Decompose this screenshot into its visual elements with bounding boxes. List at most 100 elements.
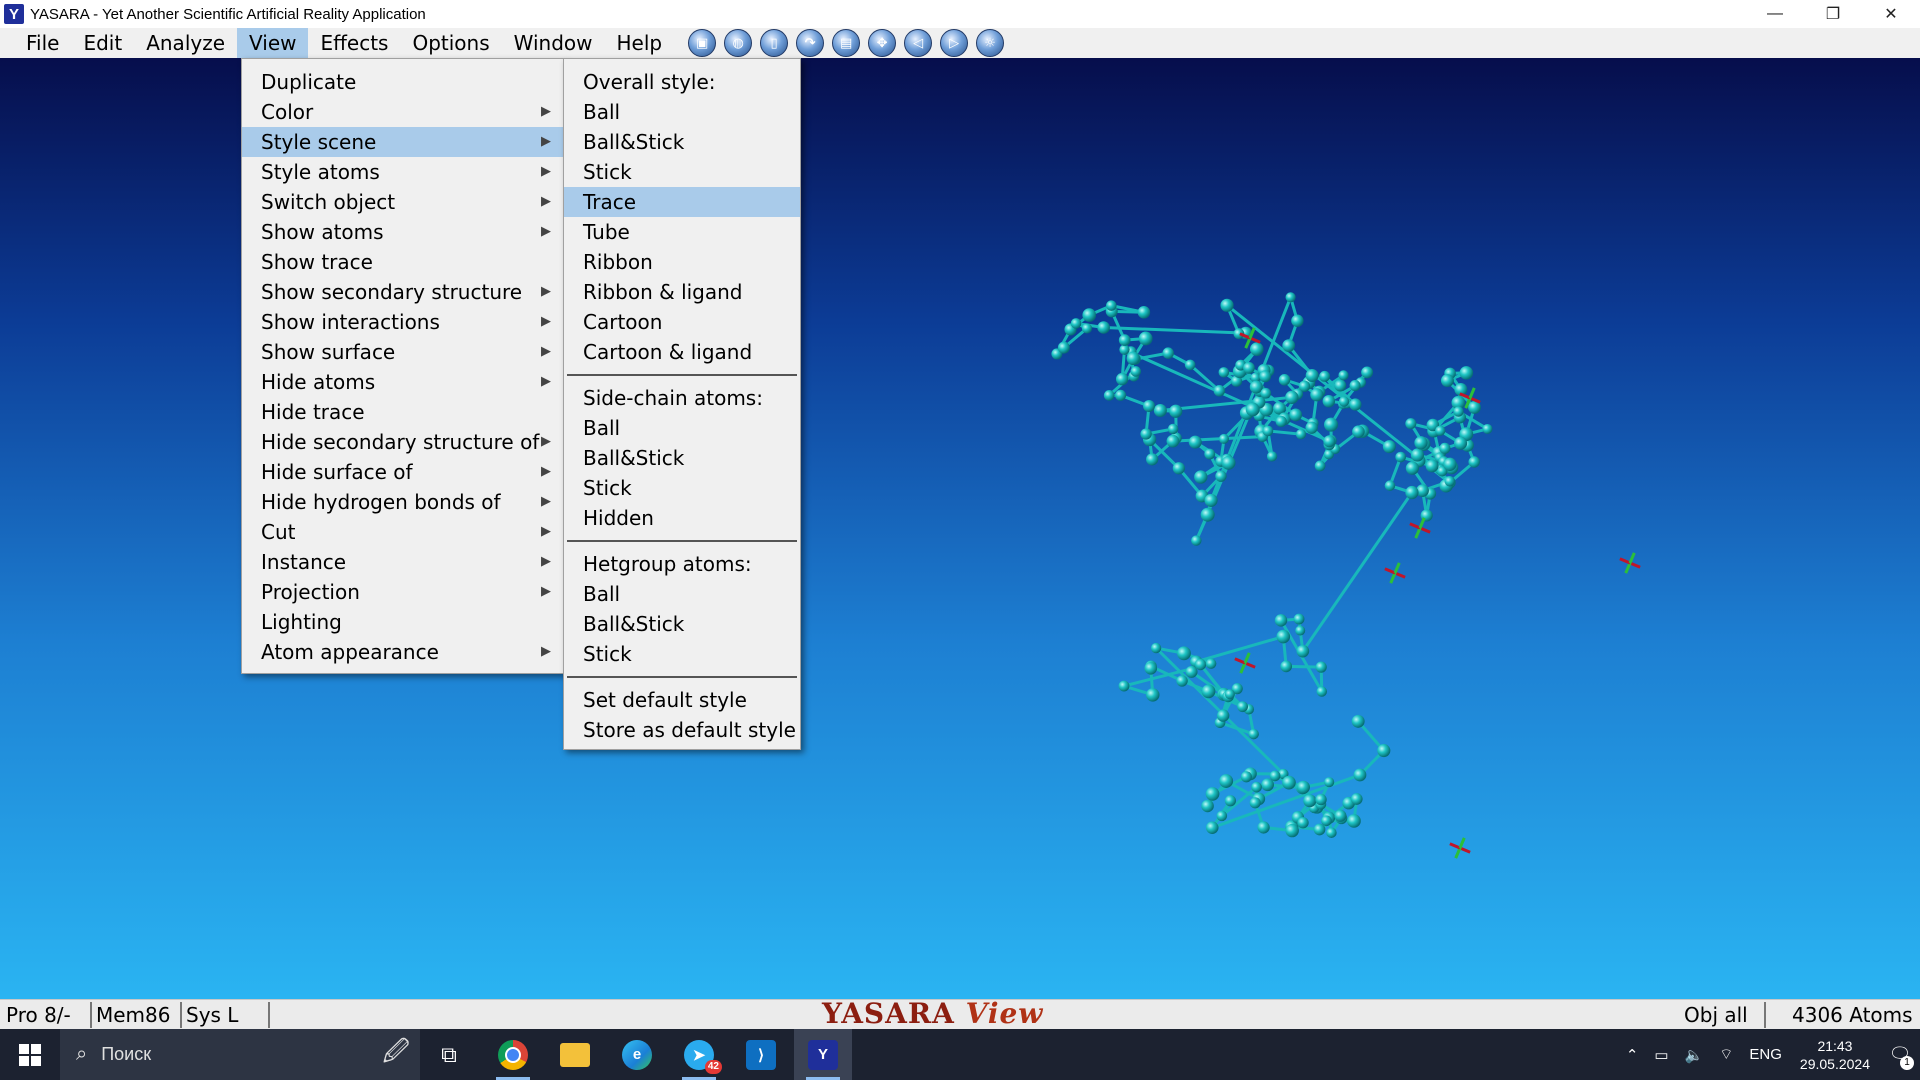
menu-view[interactable]: View [237, 28, 309, 58]
ligand-marker [1449, 837, 1471, 859]
view-menu-item-style-atoms[interactable]: Style atoms ▶ [242, 157, 563, 187]
store-default-style-item[interactable]: Store as default style [564, 715, 800, 745]
clock-date: 29.05.2024 [1799, 1055, 1870, 1072]
restore-button[interactable]: ❐ [1804, 0, 1862, 28]
view-menu-item-lighting[interactable]: Lighting [242, 607, 563, 637]
view-menu-item-projection[interactable]: Projection ▶ [242, 577, 563, 607]
search-placeholder: Поиск [101, 1044, 152, 1064]
hetgroup-item-ball[interactable]: Ball [564, 579, 800, 609]
view-menu-item-color[interactable]: Color ▶ [242, 97, 563, 127]
move-icon[interactable]: ✥ [868, 29, 897, 57]
status-pro: Pro 8/- [6, 1003, 71, 1027]
edge-app[interactable]: e [608, 1029, 666, 1080]
language-indicator[interactable]: ENG [1749, 1046, 1782, 1063]
menu-options[interactable]: Options [400, 28, 501, 58]
style-item-ribbon-ligand[interactable]: Ribbon & ligand [564, 277, 800, 307]
menu-window[interactable]: Window [502, 28, 605, 58]
style-item-tube[interactable]: Tube [564, 217, 800, 247]
submenu-arrow-icon: ▶ [541, 434, 551, 449]
view-menu-item-show-secondary-structure[interactable]: Show secondary structure ▶ [242, 277, 563, 307]
chrome-icon [498, 1039, 528, 1070]
screen-icon[interactable]: ▣ [688, 29, 717, 57]
style-item-cartoon[interactable]: Cartoon [564, 307, 800, 337]
view-menu-item-show-atoms[interactable]: Show atoms ▶ [242, 217, 563, 247]
rewind-icon[interactable]: ◁ [904, 29, 933, 57]
volume-icon[interactable]: 🔈 [1685, 1046, 1704, 1064]
view-menu-item-hide-secondary-structure[interactable]: Hide secondary structure of ▶ [242, 427, 563, 457]
battery-icon[interactable]: ▭ [1654, 1046, 1668, 1064]
sidechain-item-ball[interactable]: Ball [564, 413, 800, 443]
status-bar: Pro 8/- Mem86 Sys L YASARA View Obj all … [0, 998, 1920, 1030]
system-tray: ⌃ ▭ 🔈 ⌔ ENG 21:43 29.05.2024 🗨 1 [1618, 1029, 1920, 1080]
notification-center-button[interactable]: 🗨 1 [1880, 1029, 1920, 1080]
view-menu-item-show-trace[interactable]: Show trace [242, 247, 563, 277]
menu-item-label: Duplicate [261, 70, 357, 94]
menu-analyze[interactable]: Analyze [134, 28, 237, 58]
submenu-arrow-icon: ▶ [541, 554, 551, 569]
menu-edit[interactable]: Edit [71, 28, 134, 58]
ligand-marker [1619, 552, 1641, 574]
chevron-up-icon[interactable]: ⌃ [1626, 1046, 1639, 1064]
windows-logo-icon [19, 1043, 41, 1066]
vscode-icon: ⟩ [746, 1039, 776, 1070]
task-view-button[interactable]: ⧉ [420, 1029, 478, 1080]
submenu-arrow-icon: ▶ [541, 494, 551, 509]
style-item-ball[interactable]: Ball [564, 97, 800, 127]
view-menu-item-hide-surface[interactable]: Hide surface of ▶ [242, 457, 563, 487]
save-icon[interactable]: ▤ [832, 29, 861, 57]
telegram-app[interactable]: ➤ 42 [670, 1029, 728, 1080]
vscode-app[interactable]: ⟩ [732, 1029, 790, 1080]
sidechain-item-stick[interactable]: Stick [564, 473, 800, 503]
forward-icon[interactable]: ▷ [940, 29, 969, 57]
minimize-button[interactable]: — [1746, 0, 1804, 28]
menu-item-label: Lighting [261, 610, 342, 634]
view-menu-item-cut[interactable]: Cut ▶ [242, 517, 563, 547]
view-menu-item-show-surface[interactable]: Show surface ▶ [242, 337, 563, 367]
start-button[interactable] [0, 1029, 60, 1080]
style-item-trace[interactable]: Trace [564, 187, 800, 217]
file-explorer-app[interactable] [546, 1029, 604, 1080]
task-view-icon: ⧉ [441, 1041, 457, 1067]
style-item-cartoon-ligand[interactable]: Cartoon & ligand [564, 337, 800, 367]
style-item-stick[interactable]: Stick [564, 157, 800, 187]
hetgroup-item-ball-stick[interactable]: Ball&Stick [564, 609, 800, 639]
view-menu-item-show-interactions[interactable]: Show interactions ▶ [242, 307, 563, 337]
view-menu-item-hide-hydrogen-bonds[interactable]: Hide hydrogen bonds of ▶ [242, 487, 563, 517]
menu-file[interactable]: File [14, 28, 71, 58]
sidechain-item-hidden[interactable]: Hidden [564, 503, 800, 533]
status-separator [90, 1002, 92, 1028]
wifi-icon[interactable]: ⌔ [1719, 1045, 1733, 1064]
sidechain-item-ball-stick[interactable]: Ball&Stick [564, 443, 800, 473]
submenu-arrow-icon: ▶ [541, 524, 551, 539]
yasara-view-logo: YASARA View [822, 998, 1043, 1030]
globe-icon[interactable]: ◍ [724, 29, 753, 57]
style-item-ribbon[interactable]: Ribbon [564, 247, 800, 277]
close-button[interactable]: ✕ [1862, 0, 1920, 28]
hetgroup-atoms-header: Hetgroup atoms: [583, 552, 752, 576]
set-default-style-item[interactable]: Set default style [564, 685, 800, 715]
submenu-arrow-icon: ▶ [541, 314, 551, 329]
view-menu-item-switch-object[interactable]: Switch object ▶ [242, 187, 563, 217]
menu-item-label: Atom appearance [261, 640, 439, 664]
redo-icon[interactable]: ↷ [796, 29, 825, 57]
yasara-app[interactable]: Y [794, 1029, 852, 1080]
taskbar-search[interactable]: ⌕ Поиск 🖉 [60, 1029, 420, 1080]
submenu-arrow-icon: ▶ [541, 194, 551, 209]
sun-icon[interactable]: ☼ [976, 29, 1005, 57]
view-menu-item-hide-atoms[interactable]: Hide atoms ▶ [242, 367, 563, 397]
view-menu-item-atom-appearance[interactable]: Atom appearance ▶ [242, 637, 563, 667]
menu-item-label: Style atoms [261, 160, 380, 184]
style-item-ball-stick[interactable]: Ball&Stick [564, 127, 800, 157]
chrome-app[interactable] [484, 1029, 542, 1080]
view-menu-item-duplicate[interactable]: Duplicate [242, 67, 563, 97]
yasara-icon: Y [808, 1039, 838, 1070]
menu-item-label: Instance [261, 550, 347, 574]
menu-help[interactable]: Help [605, 28, 675, 58]
view-menu-item-style-scene[interactable]: Style scene ▶ [242, 127, 563, 157]
hetgroup-item-stick[interactable]: Stick [564, 639, 800, 669]
clock[interactable]: 21:43 29.05.2024 [1800, 1037, 1870, 1073]
view-menu-item-instance[interactable]: Instance ▶ [242, 547, 563, 577]
menu-effects[interactable]: Effects [308, 28, 400, 58]
view-menu-item-hide-trace[interactable]: Hide trace [242, 397, 563, 427]
page-icon[interactable]: ▯ [760, 29, 789, 57]
